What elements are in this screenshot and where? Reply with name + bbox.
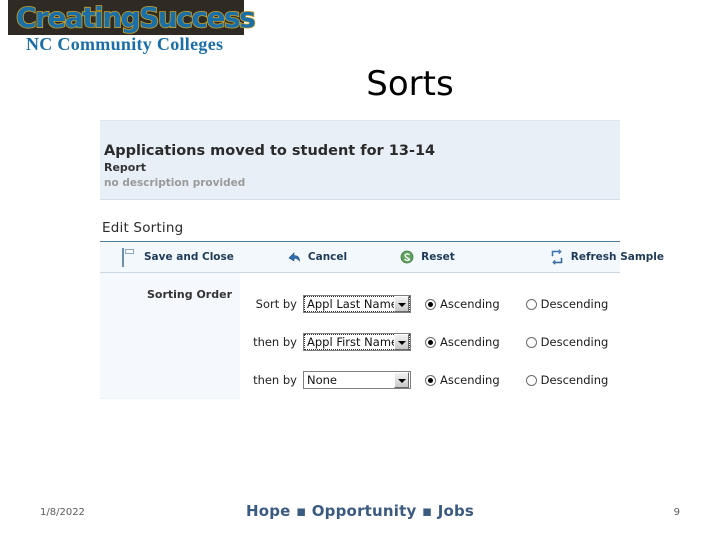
then-by-1-select[interactable]: Appl First Name [303, 333, 411, 351]
reset-label: Reset [421, 251, 455, 263]
radio-indicator [525, 336, 537, 348]
sorting-order-group-panel: Sorting Order [100, 273, 240, 399]
then-by-2-descending-label: Descending [540, 373, 609, 387]
undo-arrow-icon [286, 249, 302, 265]
then-by-2-ascending-label: Ascending [440, 373, 500, 387]
chevron-down-icon[interactable] [394, 296, 409, 312]
sort-by-ascending-label: Ascending [440, 297, 500, 311]
sorting-rows: Sort by Appl Last Name Ascending Descend… [240, 273, 620, 399]
radio-indicator [525, 298, 537, 310]
radio-indicator [425, 298, 436, 310]
chevron-down-icon[interactable] [394, 372, 409, 388]
report-description: no description provided [104, 177, 246, 189]
save-icon [122, 248, 138, 267]
then-by-1-ascending-label: Ascending [440, 335, 500, 349]
radio-indicator [425, 336, 436, 348]
refresh-icon [549, 249, 565, 265]
then-by-2-descending-radio[interactable]: Descending [525, 373, 609, 387]
then-by-1-ascending-radio[interactable]: Ascending [425, 335, 500, 349]
then-by-2-select[interactable]: None [303, 371, 411, 389]
report-type-label: Report [104, 161, 147, 174]
sort-by-descending-radio[interactable]: Descending [525, 297, 609, 311]
logo-word-success: Success [138, 0, 256, 35]
then-by-2-label: then by [253, 373, 297, 387]
then-by-1-label: then by [253, 335, 297, 349]
app-screenshot: Applications moved to student for 13-14 … [100, 120, 664, 399]
report-title: Applications moved to student for 13-14 [104, 143, 436, 159]
section-heading: Edit Sorting [102, 220, 184, 236]
reset-circular-icon [399, 249, 415, 265]
then-by-2-select-value: None [307, 373, 338, 387]
refresh-sample-label: Refresh Sample [570, 251, 665, 263]
sort-by-descending-label: Descending [540, 297, 609, 311]
sorting-form: Sorting Order Sort by Appl Last Name Asc… [100, 273, 620, 399]
edit-sorting-toolbar: Save and Close Cancel Reset Refresh Samp… [100, 241, 664, 273]
sort-by-select[interactable]: Appl Last Name [303, 295, 411, 313]
radio-indicator [425, 374, 436, 386]
sort-by-ascending-radio[interactable]: Ascending [425, 297, 500, 311]
footer-tagline: Hope ▪ Opportunity ▪ Jobs [245, 502, 475, 520]
save-and-close-button[interactable]: Save and Close [122, 242, 234, 272]
then-by-1-select-value: Appl First Name [307, 335, 394, 349]
brand-logo: CreatingSuccess NC Community Colleges [8, 0, 257, 58]
radio-indicator [525, 374, 537, 386]
cancel-label: Cancel [307, 251, 348, 263]
logo-wordmark: CreatingSuccess [15, 0, 256, 35]
report-header-panel: Applications moved to student for 13-14 … [100, 120, 620, 200]
refresh-sample-button[interactable]: Refresh Sample [549, 242, 664, 272]
footer-page-number: 9 [673, 507, 680, 518]
logo-word-creating: Creating [15, 0, 141, 35]
sorting-order-label: Sorting Order [146, 288, 232, 301]
chevron-down-icon[interactable] [394, 334, 409, 350]
save-and-close-label: Save and Close [144, 251, 234, 263]
sort-by-label: Sort by [255, 297, 297, 311]
then-by-1-descending-radio[interactable]: Descending [525, 335, 609, 349]
cancel-button[interactable]: Cancel [286, 242, 347, 272]
then-by-1-descending-label: Descending [540, 335, 609, 349]
sort-by-select-value: Appl Last Name [307, 297, 394, 311]
logo-subtitle: NC Community Colleges [26, 34, 224, 54]
sort-row: then by None Ascending Descending [245, 361, 620, 399]
page-title: Sorts [366, 64, 454, 104]
sort-row: Sort by Appl Last Name Ascending Descend… [245, 285, 620, 323]
then-by-2-ascending-radio[interactable]: Ascending [425, 373, 500, 387]
sort-row: then by Appl First Name Ascending Descen… [245, 323, 620, 361]
reset-button[interactable]: Reset [399, 242, 455, 272]
